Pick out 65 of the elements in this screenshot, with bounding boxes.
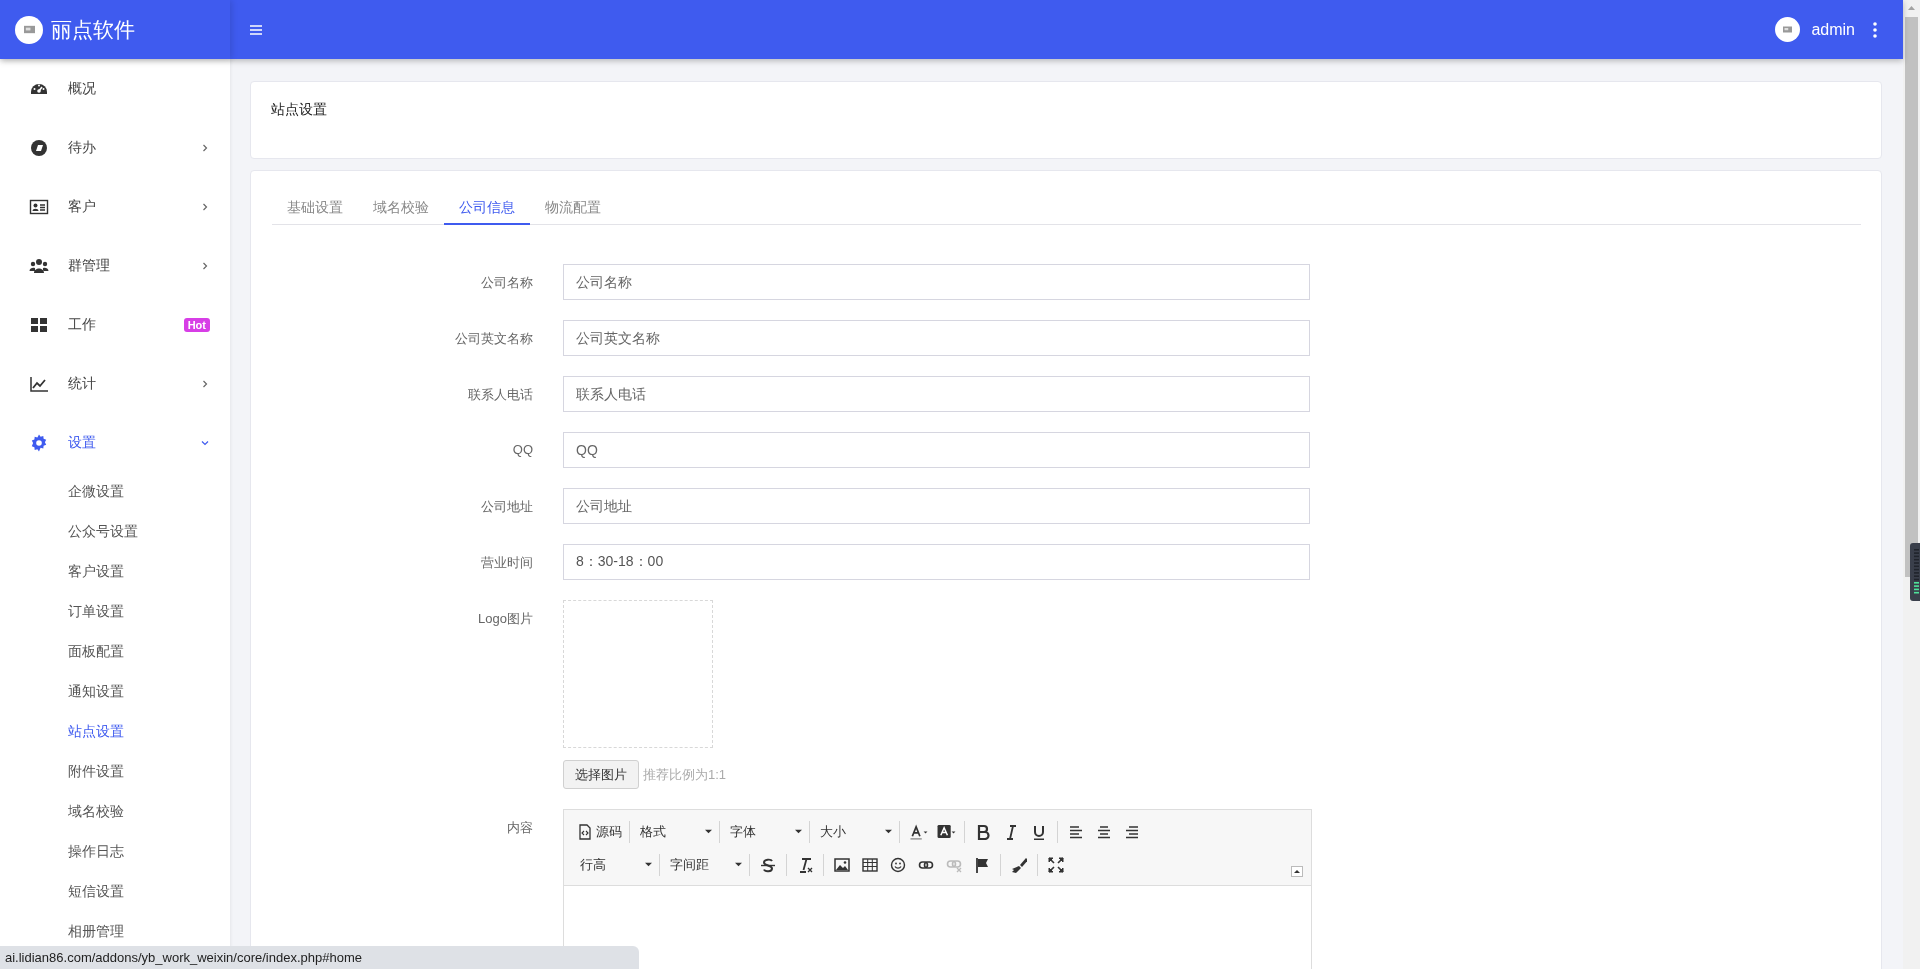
format-dropdown[interactable]: 大小 (814, 820, 895, 843)
tab[interactable]: 公司信息 (444, 191, 530, 225)
caret-icon (885, 828, 892, 835)
submenu-item[interactable]: 站点设置 (0, 712, 230, 752)
code-file-icon (577, 823, 593, 840)
side-widget-icon[interactable] (1910, 543, 1920, 601)
field-label: Logo图片 (477, 610, 533, 628)
submenu-item[interactable]: 公众号设置 (0, 512, 230, 552)
status-url-tooltip: ai.lidian86.com/addons/yb_work_weixin/core/index.php#home (0, 946, 639, 969)
sidebar-item[interactable]: 客户 (0, 177, 230, 236)
submenu-item[interactable]: 短信设置 (0, 872, 230, 912)
scroll-thumb[interactable] (1905, 17, 1918, 577)
tab[interactable]: 物流配置 (530, 191, 616, 225)
format-dropdown[interactable]: 字间距 (664, 853, 745, 876)
format-dropdown[interactable]: 行高 (574, 853, 655, 876)
sidebar-item[interactable]: 工作 Hot (0, 295, 230, 354)
choose-image-button[interactable]: 选择图片 (563, 760, 639, 789)
input-field[interactable]: 公司名称 (563, 264, 1310, 300)
format-dropdown[interactable]: 字体 (724, 820, 805, 843)
field-label: 公司名称 (480, 274, 533, 292)
tab[interactable]: 域名校验 (358, 191, 444, 225)
brand-name: 丽点软件 (51, 16, 135, 43)
field-label: 联系人电话 (467, 386, 533, 404)
collapse-icon[interactable] (1291, 866, 1303, 877)
more-icon[interactable] (1873, 21, 1877, 38)
hint-text: 推荐比例为1:1 (643, 765, 727, 784)
menu-icon[interactable] (250, 24, 262, 35)
submenu-item[interactable]: 通知设置 (0, 672, 230, 712)
caret-icon (645, 861, 652, 868)
sidebar-item[interactable]: 概况 (0, 59, 230, 118)
submenu-item[interactable]: 域名校验 (0, 792, 230, 832)
field-label: QQ (511, 441, 533, 459)
input-field[interactable]: 公司地址 (563, 488, 1310, 524)
input-field[interactable]: QQ (563, 432, 1310, 468)
submenu-item[interactable]: 操作日志 (0, 832, 230, 872)
rich-text-editor[interactable]: 源码 格式 字体 大小 行高 字间距 (563, 809, 1312, 969)
sidebar-item[interactable]: 设置 (0, 413, 230, 472)
source-button[interactable]: 源码 (574, 820, 625, 843)
hot-badge: Hot (183, 317, 210, 332)
submenu-item[interactable]: 客户设置 (0, 552, 230, 592)
caret-icon (705, 828, 712, 835)
submenu-item[interactable]: 附件设置 (0, 752, 230, 792)
format-dropdown[interactable]: 格式 (634, 820, 715, 843)
compass-icon (29, 137, 49, 158)
gear-icon (29, 432, 49, 453)
submenu-item[interactable]: 企微设置 (0, 472, 230, 512)
sidebar-item[interactable]: 群管理 (0, 236, 230, 295)
input-field[interactable]: 公司英文名称 (563, 320, 1310, 356)
tab[interactable]: 基础设置 (272, 191, 358, 225)
field-label: 公司地址 (480, 498, 533, 516)
page-title: 站点设置 (271, 101, 327, 117)
logo-icon (15, 15, 43, 44)
caret-icon (795, 828, 802, 835)
caret-icon (735, 861, 742, 868)
sidebar-item[interactable]: 统计 (0, 354, 230, 413)
user-name[interactable]: admin (1811, 20, 1855, 39)
field-label: 公司英文名称 (454, 330, 533, 348)
input-field[interactable]: 8：30-18：00 (563, 544, 1310, 580)
submenu-item[interactable]: 订单设置 (0, 592, 230, 632)
avatar-icon[interactable] (1775, 17, 1801, 42)
submenu-item[interactable]: 面板配置 (0, 632, 230, 672)
scrollbar[interactable] (1903, 0, 1920, 969)
field-label: 营业时间 (480, 554, 533, 572)
sidebar-item[interactable]: 待办 (0, 118, 230, 177)
input-field[interactable]: 联系人电话 (563, 376, 1310, 412)
